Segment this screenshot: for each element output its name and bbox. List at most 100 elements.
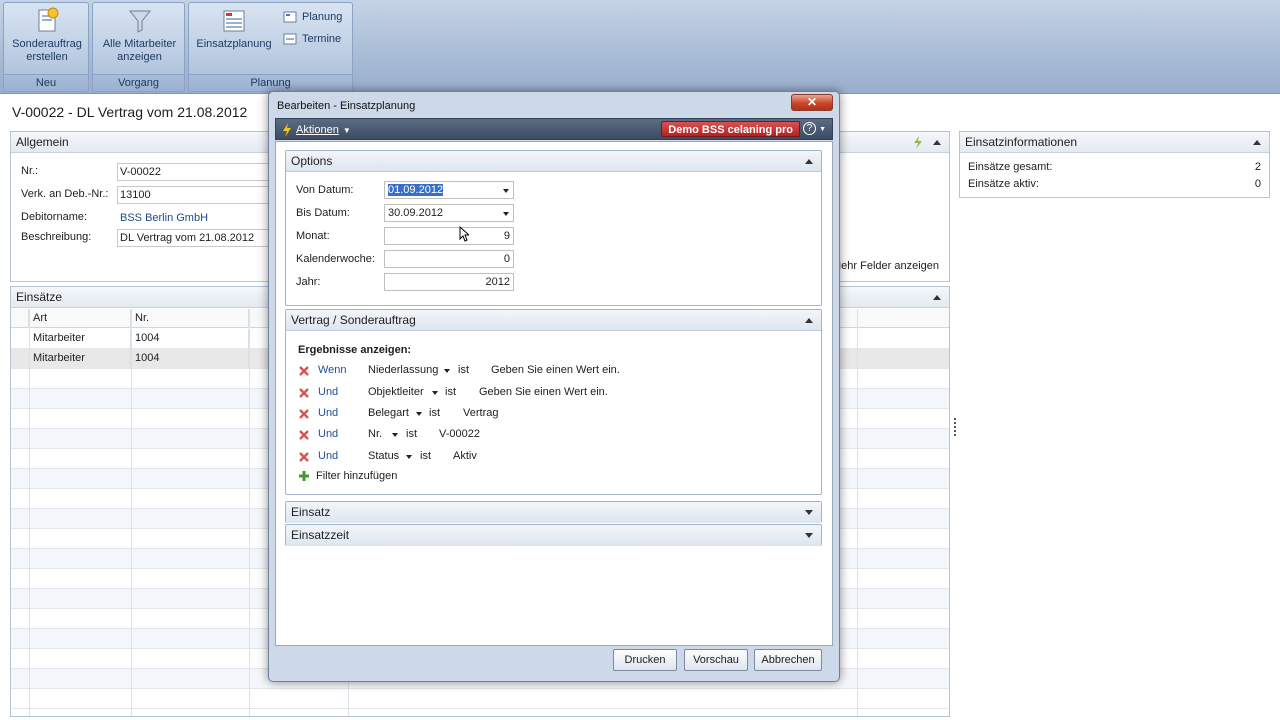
filter-value[interactable]: Geben Sie einen Wert ein. xyxy=(479,386,608,398)
ribbon: Sonderauftrag erstellen Neu Alle Mitarbe… xyxy=(0,0,1280,94)
jahr-row: Jahr: 2012 xyxy=(296,273,516,291)
einsatzzeit-title: Einsatzzeit xyxy=(291,528,350,542)
einsatz-header[interactable]: Einsatz xyxy=(286,502,821,523)
einsatzplanung-label: Einsatzplanung xyxy=(196,38,272,50)
alle-mitarbeiter-anzeigen-button[interactable]: Alle Mitarbeiter anzeigen xyxy=(97,7,182,64)
jahr-label: Jahr: xyxy=(296,276,321,288)
collapse-icon[interactable] xyxy=(805,318,813,323)
filter-conjunction: Wenn xyxy=(318,364,347,376)
von-datum-label: Von Datum: xyxy=(296,184,354,196)
aktionen-menu[interactable]: Aktionen ▼ xyxy=(282,123,351,137)
planung-button[interactable]: Planung xyxy=(283,11,342,23)
expand-icon[interactable] xyxy=(805,510,813,515)
einsatzinformationen-header[interactable]: Einsatzinformationen xyxy=(960,132,1269,153)
filter-operator: ist xyxy=(429,407,440,419)
einsatzinformationen-title: Einsatzinformationen xyxy=(965,135,1078,149)
abbrechen-button[interactable]: Abbrechen xyxy=(754,649,822,671)
von-datum-value: 01.09.2012 xyxy=(388,184,444,196)
monat-input[interactable]: 9 xyxy=(384,227,514,245)
filter-operator: ist xyxy=(420,450,431,462)
dropdown-arrow-icon[interactable] xyxy=(392,433,398,437)
von-datum-row: Von Datum: 01.09.2012 xyxy=(296,181,516,199)
collapse-icon[interactable] xyxy=(805,159,813,164)
dropdown-arrow-icon[interactable] xyxy=(444,369,450,373)
expand-icon[interactable] xyxy=(805,533,813,538)
column-header-nr[interactable]: Nr. xyxy=(131,309,249,328)
column-header-art[interactable]: Art xyxy=(29,309,131,328)
termine-icon xyxy=(283,33,297,45)
remove-filter-icon[interactable] xyxy=(298,387,310,399)
page-title: V-00022 - DL Vertrag vom 21.08.2012 xyxy=(12,104,248,120)
field-label: Debitorname: xyxy=(21,211,88,223)
info-value[interactable]: 2 xyxy=(1255,161,1261,173)
options-header[interactable]: Options xyxy=(286,151,821,172)
filter-value[interactable]: V-00022 xyxy=(439,428,480,440)
ribbon-group-label: Neu xyxy=(4,74,88,91)
close-button[interactable]: ✕ xyxy=(791,94,833,111)
field-label: Nr.: xyxy=(21,165,39,177)
sonderauftrag-erstellen-label: Sonderauftrag erstellen xyxy=(12,38,82,63)
sonderauftrag-erstellen-button[interactable]: Sonderauftrag erstellen xyxy=(8,7,86,64)
options-title: Options xyxy=(291,154,333,168)
filter-field[interactable]: Status xyxy=(368,450,399,462)
jahr-input[interactable]: 2012 xyxy=(384,273,514,291)
dropdown-arrow-icon[interactable] xyxy=(416,412,422,416)
info-label: Einsätze gesamt: xyxy=(968,161,1053,173)
ribbon-group-vorgang: Alle Mitarbeiter anzeigen Vorgang xyxy=(92,2,185,92)
collapse-icon[interactable] xyxy=(933,295,941,300)
info-value[interactable]: 0 xyxy=(1255,178,1261,190)
beschreibung-field[interactable]: DL Vertrag vom 21.08.2012 xyxy=(117,229,277,247)
debitorname-field[interactable]: BSS Berlin GmbH xyxy=(117,209,277,227)
filter-row: Und Nr. ist V-00022 xyxy=(298,427,818,443)
von-datum-input[interactable]: 01.09.2012 xyxy=(384,181,514,199)
splitter-handle[interactable] xyxy=(954,418,956,438)
collapse-icon[interactable] xyxy=(933,140,941,145)
filter-field[interactable]: Niederlassung xyxy=(368,364,438,376)
vertrag-fasttab: Vertrag / Sonderauftrag Ergebnisse anzei… xyxy=(285,309,822,495)
vorschau-button[interactable]: Vorschau xyxy=(684,649,748,671)
grid-line xyxy=(29,309,30,716)
filter-value[interactable]: Geben Sie einen Wert ein. xyxy=(491,364,620,376)
row-selector-header xyxy=(11,309,29,328)
help-button[interactable]: ? ▼ xyxy=(803,122,826,135)
einsatzplanung-button[interactable]: Einsatzplanung xyxy=(193,7,275,51)
planung-icon xyxy=(283,11,297,23)
dropdown-arrow-icon[interactable] xyxy=(503,189,509,193)
lightning-icon[interactable] xyxy=(913,136,923,149)
filter-field[interactable]: Belegart xyxy=(368,407,409,419)
nr-field[interactable]: V-00022 xyxy=(117,163,277,181)
field-debitorname: Debitorname: BSS Berlin GmbH xyxy=(11,209,277,227)
remove-filter-icon[interactable] xyxy=(298,429,310,441)
dialog-title: Bearbeiten - Einsatzplanung xyxy=(277,100,416,112)
dropdown-arrow-icon[interactable] xyxy=(406,455,412,459)
lightning-icon xyxy=(283,123,291,137)
bis-datum-label: Bis Datum: xyxy=(296,207,350,219)
drucken-button[interactable]: Drucken xyxy=(613,649,677,671)
filter-row: Und Status ist Aktiv xyxy=(298,449,818,465)
filter-conjunction: Und xyxy=(318,450,339,462)
info-row: Einsätze gesamt: 2 xyxy=(968,161,1261,176)
einsaetze-title: Einsätze xyxy=(16,290,63,304)
collapse-icon[interactable] xyxy=(1253,140,1261,145)
grid-line xyxy=(857,309,858,716)
dropdown-arrow-icon[interactable] xyxy=(432,391,438,395)
bis-datum-input[interactable]: 30.09.2012 xyxy=(384,204,514,222)
termine-button[interactable]: Termine xyxy=(283,33,341,45)
filter-value[interactable]: Vertrag xyxy=(463,407,498,419)
einsatzzeit-header[interactable]: Einsatzzeit xyxy=(286,525,821,546)
filter-value[interactable]: Aktiv xyxy=(453,450,477,462)
remove-filter-icon[interactable] xyxy=(298,408,310,420)
vertrag-title: Vertrag / Sonderauftrag xyxy=(291,313,416,327)
deb-nr-field[interactable]: 13100 xyxy=(117,186,277,204)
mehr-felder-link[interactable]: Mehr Felder anzeigen xyxy=(832,260,939,272)
remove-filter-icon[interactable] xyxy=(298,365,310,377)
add-filter-button[interactable]: Filter hinzufügen xyxy=(298,470,397,482)
vertrag-header[interactable]: Vertrag / Sonderauftrag xyxy=(286,310,821,331)
einsatzplanung-dialog: Bearbeiten - Einsatzplanung ✕ Aktionen ▼… xyxy=(268,91,840,682)
kalenderwoche-input[interactable]: 0 xyxy=(384,250,514,268)
filter-field[interactable]: Nr. xyxy=(368,428,382,440)
filter-field[interactable]: Objektleiter xyxy=(368,386,424,398)
remove-filter-icon[interactable] xyxy=(298,451,310,463)
dropdown-arrow-icon[interactable] xyxy=(503,212,509,216)
filter-conjunction: Und xyxy=(318,407,339,419)
